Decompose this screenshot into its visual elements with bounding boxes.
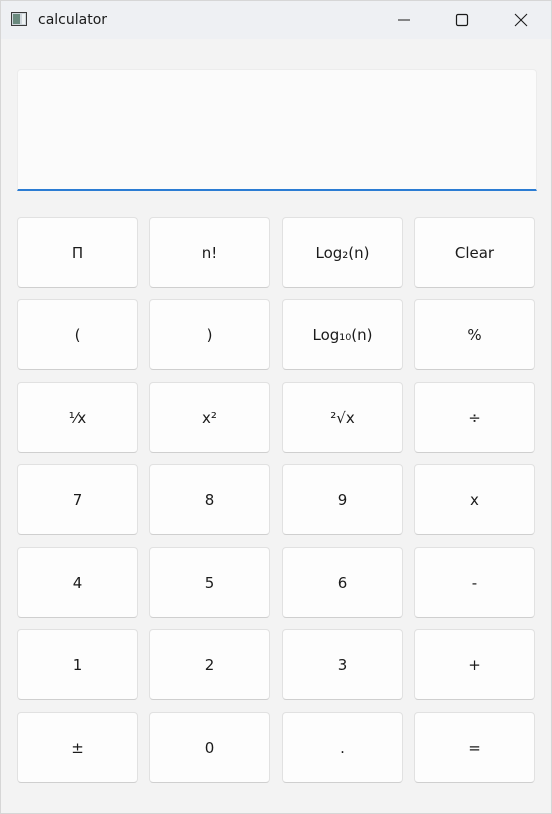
subtract-button[interactable]: - (414, 547, 535, 618)
factorial-button[interactable]: n! (149, 217, 270, 288)
digit-2-button[interactable]: 2 (149, 629, 270, 700)
equals-button[interactable]: = (414, 712, 535, 783)
close-button[interactable] (492, 1, 550, 39)
negate-button[interactable]: ± (17, 712, 138, 783)
percent-button[interactable]: % (414, 299, 535, 370)
digit-5-button[interactable]: 5 (149, 547, 270, 618)
close-paren-button[interactable]: ) (149, 299, 270, 370)
minimize-button[interactable] (375, 1, 433, 39)
square-root-button[interactable]: ²√x (282, 382, 403, 453)
minimize-icon (398, 19, 410, 21)
digit-3-button[interactable]: 3 (282, 629, 403, 700)
maximize-icon (455, 13, 469, 27)
digit-1-button[interactable]: 1 (17, 629, 138, 700)
reciprocal-button[interactable]: ⅟x (17, 382, 138, 453)
multiply-button[interactable]: x (414, 464, 535, 535)
decimal-point-button[interactable]: . (282, 712, 403, 783)
clear-button[interactable]: Clear (414, 217, 535, 288)
divide-button[interactable]: ÷ (414, 382, 535, 453)
open-paren-button[interactable]: ( (17, 299, 138, 370)
calculator-window: calculator Πn! Log₂(n) Clear() Log₁₀(n)% ⅟x x… (0, 0, 552, 814)
window-title: calculator (38, 12, 108, 28)
digit-0-button[interactable]: 0 (149, 712, 270, 783)
maximize-button[interactable] (433, 1, 491, 39)
calculator-app-icon (11, 12, 27, 26)
calculator-display[interactable] (17, 69, 537, 191)
square-button[interactable]: x² (149, 382, 270, 453)
close-icon (514, 13, 528, 27)
title-bar[interactable]: calculator (1, 1, 551, 39)
digit-7-button[interactable]: 7 (17, 464, 138, 535)
digit-8-button[interactable]: 8 (149, 464, 270, 535)
log2-button[interactable]: Log₂(n) (282, 217, 403, 288)
pi-button[interactable]: Π (17, 217, 138, 288)
log10-button[interactable]: Log₁₀(n) (282, 299, 403, 370)
digit-6-button[interactable]: 6 (282, 547, 403, 618)
digit-4-button[interactable]: 4 (17, 547, 138, 618)
add-button[interactable]: + (414, 629, 535, 700)
digit-9-button[interactable]: 9 (282, 464, 403, 535)
